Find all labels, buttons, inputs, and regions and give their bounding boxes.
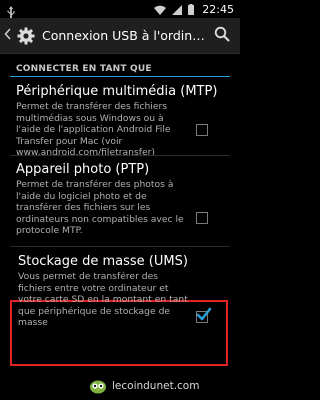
section-header: CONNECTER EN TANT QUE xyxy=(16,64,152,74)
chevron-left-icon[interactable] xyxy=(4,27,14,44)
option-ptp[interactable]: Appareil photo (PTP) Permet de transfére… xyxy=(16,162,226,237)
status-bar: 22:45 xyxy=(0,0,240,19)
checkbox-mtp[interactable] xyxy=(196,124,208,136)
battery-icon xyxy=(188,0,195,19)
gear-icon[interactable] xyxy=(16,26,36,46)
option-title: Stockage de masse (UMS) xyxy=(18,254,188,269)
checkbox-ums[interactable] xyxy=(196,307,212,323)
divider xyxy=(10,155,230,156)
option-description: Permet de transférer des fichiers multim… xyxy=(16,101,171,159)
section-divider xyxy=(10,76,230,77)
clock: 22:45 xyxy=(202,2,234,16)
option-description: Permet de transférer des photos à l'aide… xyxy=(16,179,184,237)
page-title: Connexion USB à l'ordinateur xyxy=(42,28,208,43)
owl-logo-icon xyxy=(88,378,108,394)
option-title: Périphérique multimédia (MTP) xyxy=(16,84,218,99)
search-icon[interactable] xyxy=(214,26,230,46)
wifi-icon xyxy=(154,0,167,19)
checkmark-icon xyxy=(196,306,212,326)
watermark: lecoindunet.com xyxy=(88,378,199,394)
option-description: Vous permet de transférer des fichiers e… xyxy=(18,271,188,329)
option-title: Appareil photo (PTP) xyxy=(16,162,150,177)
action-bar: Connexion USB à l'ordinateur xyxy=(0,18,240,54)
option-mtp[interactable]: Périphérique multimédia (MTP) Permet de … xyxy=(16,84,226,159)
checkbox-ptp[interactable] xyxy=(196,212,208,224)
watermark-text: lecoindunet.com xyxy=(112,380,200,392)
signal-icon xyxy=(172,0,183,19)
divider xyxy=(10,246,230,247)
